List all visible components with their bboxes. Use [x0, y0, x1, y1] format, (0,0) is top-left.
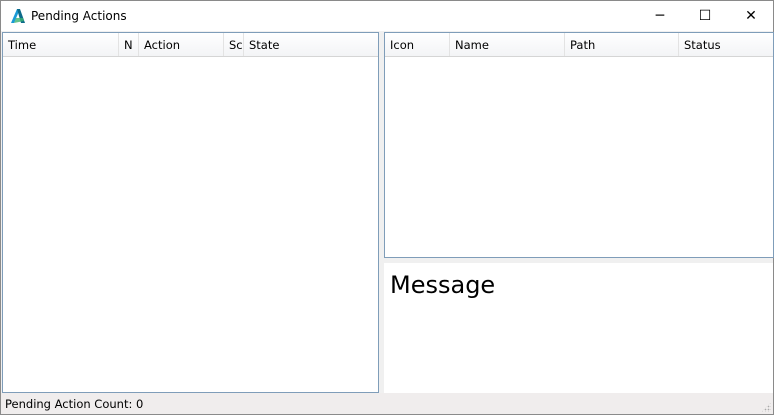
close-button[interactable]: ✕: [728, 1, 774, 31]
app-logo-icon: [11, 9, 25, 23]
minimize-button[interactable]: ─: [637, 1, 683, 31]
maximize-button[interactable]: ☐: [682, 1, 728, 31]
column-header-n[interactable]: N: [119, 33, 139, 56]
column-header-time[interactable]: Time: [3, 33, 119, 56]
items-list-header: Icon Name Path Status: [385, 33, 773, 57]
column-header-action[interactable]: Action: [139, 33, 224, 56]
column-header-state[interactable]: State: [244, 33, 378, 56]
message-panel: Message: [384, 263, 773, 393]
pending-actions-window: Pending Actions ─ ☐ ✕ Time N Action Sc S…: [0, 0, 774, 415]
items-list[interactable]: Icon Name Path Status: [384, 32, 774, 258]
actions-list[interactable]: Time N Action Sc State: [2, 32, 379, 393]
column-header-status[interactable]: Status: [679, 33, 773, 56]
title-bar: Pending Actions ─ ☐ ✕: [1, 1, 773, 31]
status-bar: Pending Action Count: 0: [1, 393, 773, 414]
pending-action-count: Pending Action Count: 0: [5, 397, 144, 411]
window-title: Pending Actions: [31, 9, 127, 23]
resize-grip-icon[interactable]: [761, 402, 771, 412]
message-label: Message: [390, 271, 496, 299]
actions-list-header: Time N Action Sc State: [3, 33, 378, 57]
column-header-icon[interactable]: Icon: [385, 33, 450, 56]
column-header-sc[interactable]: Sc: [224, 33, 244, 56]
column-header-name[interactable]: Name: [450, 33, 565, 56]
column-header-path[interactable]: Path: [565, 33, 679, 56]
